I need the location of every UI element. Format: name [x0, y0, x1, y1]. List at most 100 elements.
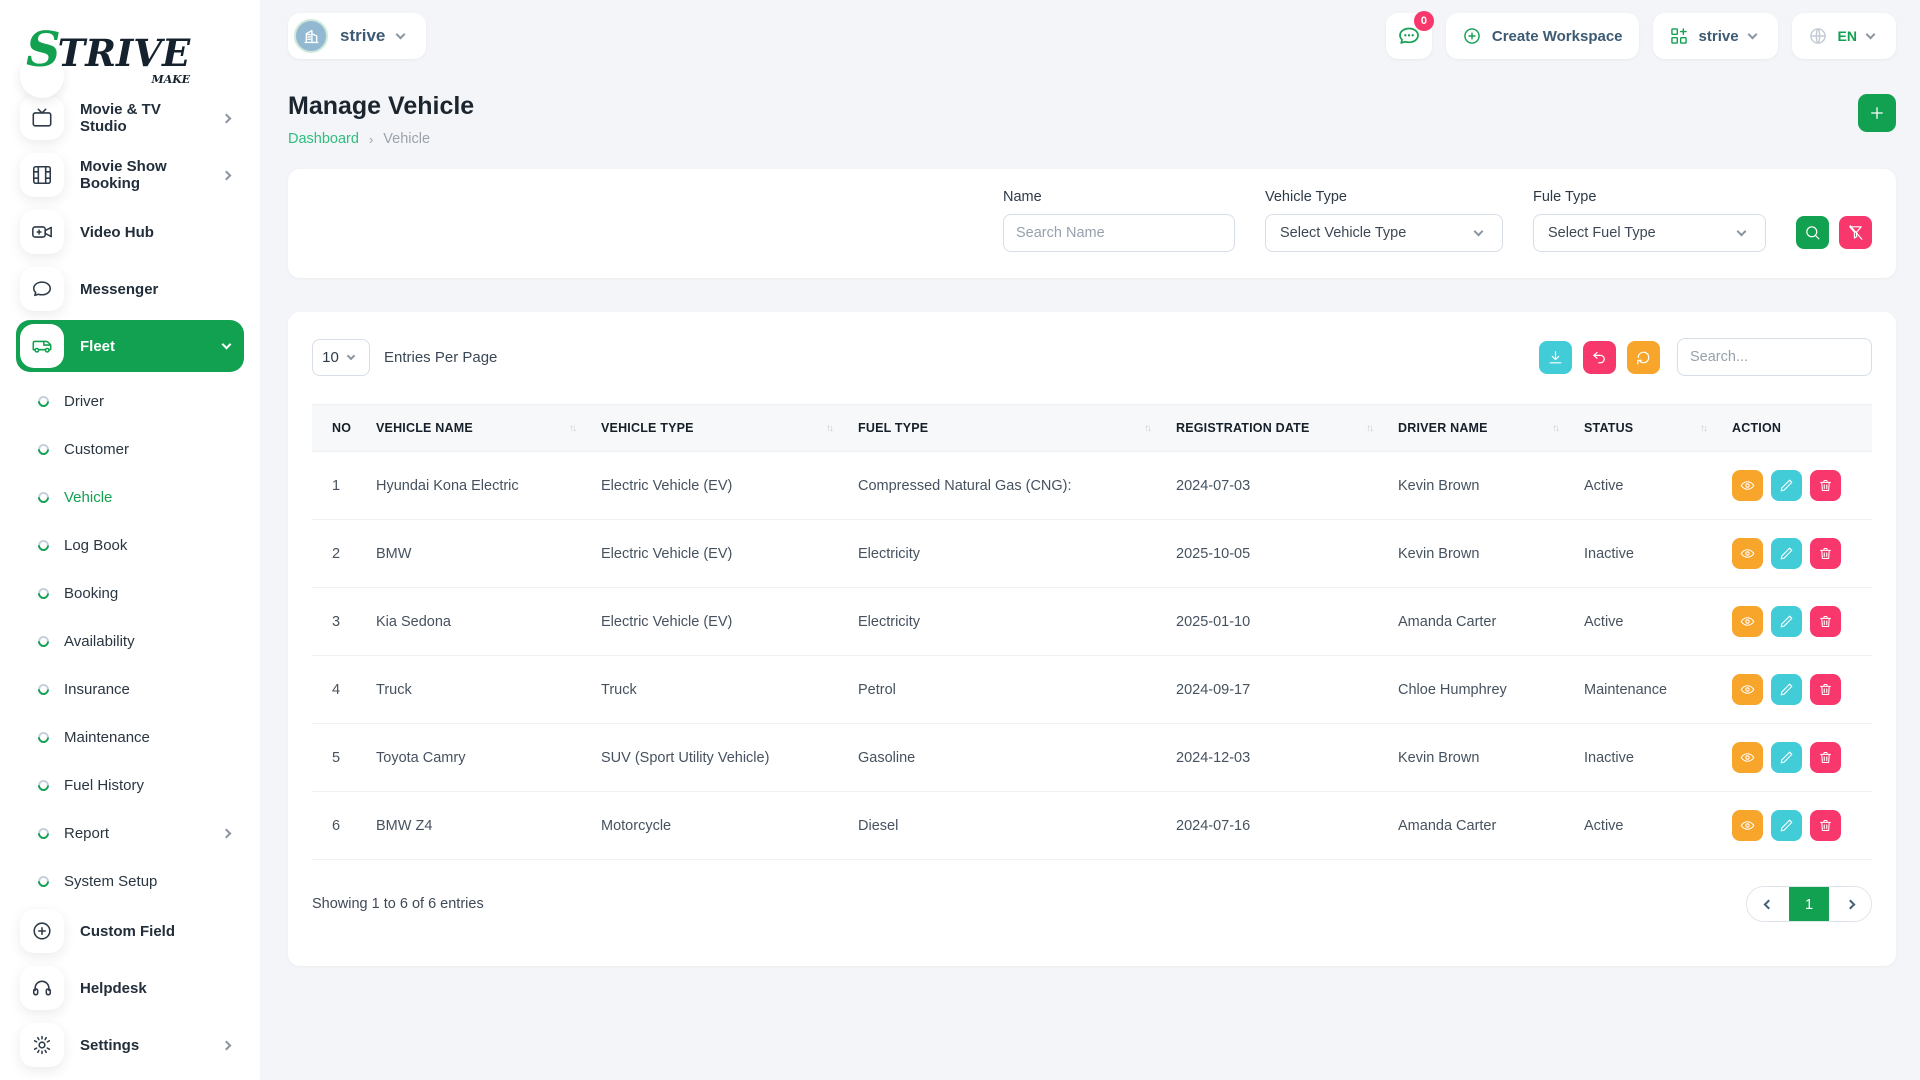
- sidebar-item-helpdesk[interactable]: Helpdesk: [16, 962, 244, 1014]
- sidebar-item-vehicle[interactable]: Vehicle: [16, 473, 244, 521]
- workspace-switcher[interactable]: strive: [1653, 13, 1778, 59]
- column-header-fuel-type[interactable]: FUEL TYPE↑↓: [858, 405, 1176, 452]
- table-row: 1 Hyundai Kona Electric Electric Vehicle…: [312, 452, 1872, 520]
- sidebar-item-fleet[interactable]: Fleet: [16, 320, 244, 372]
- sidebar-item-insurance[interactable]: Insurance: [16, 665, 244, 713]
- sidebar-item-system-setup[interactable]: System Setup: [16, 857, 244, 905]
- sidebar-item-video-hub[interactable]: Video Hub: [16, 206, 244, 258]
- eye-icon: [1740, 750, 1755, 765]
- action-cell: [1732, 520, 1872, 588]
- view-button[interactable]: [1732, 742, 1763, 773]
- apply-filter-button[interactable]: [1796, 216, 1829, 249]
- sidebar-item-driver[interactable]: Driver: [16, 377, 244, 425]
- edit-button[interactable]: [1771, 470, 1802, 501]
- edit-button[interactable]: [1771, 538, 1802, 569]
- fuel-type-select[interactable]: Select Fuel Type: [1533, 214, 1766, 252]
- column-header-vehicle-type[interactable]: VEHICLE TYPE↑↓: [601, 405, 858, 452]
- workspace-selector[interactable]: strive: [288, 13, 426, 59]
- delete-button[interactable]: [1810, 470, 1841, 501]
- delete-button[interactable]: [1810, 606, 1841, 637]
- entries-per-page-select[interactable]: 10: [312, 339, 370, 376]
- clear-filter-button[interactable]: [1839, 216, 1872, 249]
- film-icon: [31, 164, 53, 186]
- sort-icon[interactable]: ↑↓: [1700, 423, 1706, 434]
- add-vehicle-button[interactable]: [1858, 94, 1896, 132]
- name-search-input[interactable]: [1003, 214, 1235, 252]
- table-footer: Showing 1 to 6 of 6 entries 1: [312, 886, 1872, 922]
- edit-button[interactable]: [1771, 674, 1802, 705]
- delete-button[interactable]: [1810, 674, 1841, 705]
- chevron-icon: [222, 1040, 232, 1050]
- view-button[interactable]: [1732, 810, 1763, 841]
- undo-button[interactable]: [1583, 341, 1616, 374]
- vehicle-name-cell: Toyota Camry: [376, 724, 601, 792]
- eye-icon: [1740, 478, 1755, 493]
- plus-circle-icon: [31, 920, 53, 942]
- delete-button[interactable]: [1810, 538, 1841, 569]
- column-header-status[interactable]: STATUS↑↓: [1584, 405, 1732, 452]
- building-icon: [302, 27, 321, 46]
- trash-icon: [1818, 750, 1833, 765]
- table-toolbar: 10 Entries Per Page: [312, 338, 1872, 376]
- column-header-vehicle-name[interactable]: VEHICLE NAME↑↓: [376, 405, 601, 452]
- sidebar-item-movie-tv-studio[interactable]: Movie & TV Studio: [16, 92, 244, 144]
- sort-icon[interactable]: ↑↓: [826, 423, 832, 434]
- gear-icon: [31, 1034, 53, 1056]
- sort-icon[interactable]: ↑↓: [1144, 423, 1150, 434]
- action-cell: [1732, 452, 1872, 520]
- chat-badge: 0: [1414, 11, 1434, 31]
- sidebar-item-booking[interactable]: Booking: [16, 569, 244, 617]
- bullet-icon: [36, 393, 52, 409]
- sidebar-item-customer[interactable]: Customer: [16, 425, 244, 473]
- sidebar-item-settings[interactable]: Settings: [16, 1019, 244, 1071]
- previous-page-button[interactable]: [1747, 887, 1789, 921]
- fuel-type-cell: Diesel: [858, 792, 1176, 860]
- entries-per-page-label: Entries Per Page: [384, 349, 497, 366]
- create-workspace-button[interactable]: Create Workspace: [1446, 13, 1639, 59]
- edit-button[interactable]: [1771, 742, 1802, 773]
- delete-button[interactable]: [1810, 742, 1841, 773]
- table-row: 2 BMW Electric Vehicle (EV) Electricity …: [312, 520, 1872, 588]
- sidebar-item-custom-field[interactable]: Custom Field: [16, 905, 244, 957]
- bullet-icon: [36, 537, 52, 553]
- edit-button[interactable]: [1771, 810, 1802, 841]
- action-cell: [1732, 724, 1872, 792]
- refresh-button[interactable]: [1627, 341, 1660, 374]
- chat-button[interactable]: 0: [1386, 13, 1432, 59]
- table-search-input[interactable]: [1677, 338, 1872, 376]
- next-page-button[interactable]: [1829, 887, 1871, 921]
- vehicle-type-select[interactable]: Select Vehicle Type: [1265, 214, 1503, 252]
- breadcrumb-dashboard-link[interactable]: Dashboard: [288, 131, 359, 147]
- export-button[interactable]: [1539, 341, 1572, 374]
- sidebar-item-report[interactable]: Report: [16, 809, 244, 857]
- eye-icon: [1740, 682, 1755, 697]
- view-button[interactable]: [1732, 470, 1763, 501]
- table-header-row: NOVEHICLE NAME↑↓VEHICLE TYPE↑↓FUEL TYPE↑…: [312, 405, 1872, 452]
- sidebar-item-fuel-history[interactable]: Fuel History: [16, 761, 244, 809]
- table-row: 5 Toyota Camry SUV (Sport Utility Vehicl…: [312, 724, 1872, 792]
- vehicle-type-select-value: Select Vehicle Type: [1280, 225, 1406, 241]
- bullet-icon: [36, 873, 52, 889]
- column-header-driver-name[interactable]: DRIVER NAME↑↓: [1398, 405, 1584, 452]
- sidebar-item-movie-show-booking[interactable]: Movie Show Booking: [16, 149, 244, 201]
- view-button[interactable]: [1732, 606, 1763, 637]
- page-number-button[interactable]: 1: [1789, 887, 1829, 921]
- language-selector[interactable]: EN: [1792, 13, 1896, 59]
- bullet-icon: [36, 489, 52, 505]
- fuel-type-select-value: Select Fuel Type: [1548, 225, 1656, 241]
- trash-icon: [1818, 546, 1833, 561]
- view-button[interactable]: [1732, 674, 1763, 705]
- sidebar-item-log-book[interactable]: Log Book: [16, 521, 244, 569]
- sidebar-item-maintenance[interactable]: Maintenance: [16, 713, 244, 761]
- sort-icon[interactable]: ↑↓: [569, 423, 575, 434]
- sidebar-item-messenger[interactable]: Messenger: [16, 263, 244, 315]
- entries-per-page-value: 10: [322, 349, 339, 366]
- sidebar-item-availability[interactable]: Availability: [16, 617, 244, 665]
- search-icon: [1804, 224, 1821, 241]
- delete-button[interactable]: [1810, 810, 1841, 841]
- edit-button[interactable]: [1771, 606, 1802, 637]
- sort-icon[interactable]: ↑↓: [1366, 423, 1372, 434]
- column-header-registration-date[interactable]: REGISTRATION DATE↑↓: [1176, 405, 1398, 452]
- view-button[interactable]: [1732, 538, 1763, 569]
- sort-icon[interactable]: ↑↓: [1552, 423, 1558, 434]
